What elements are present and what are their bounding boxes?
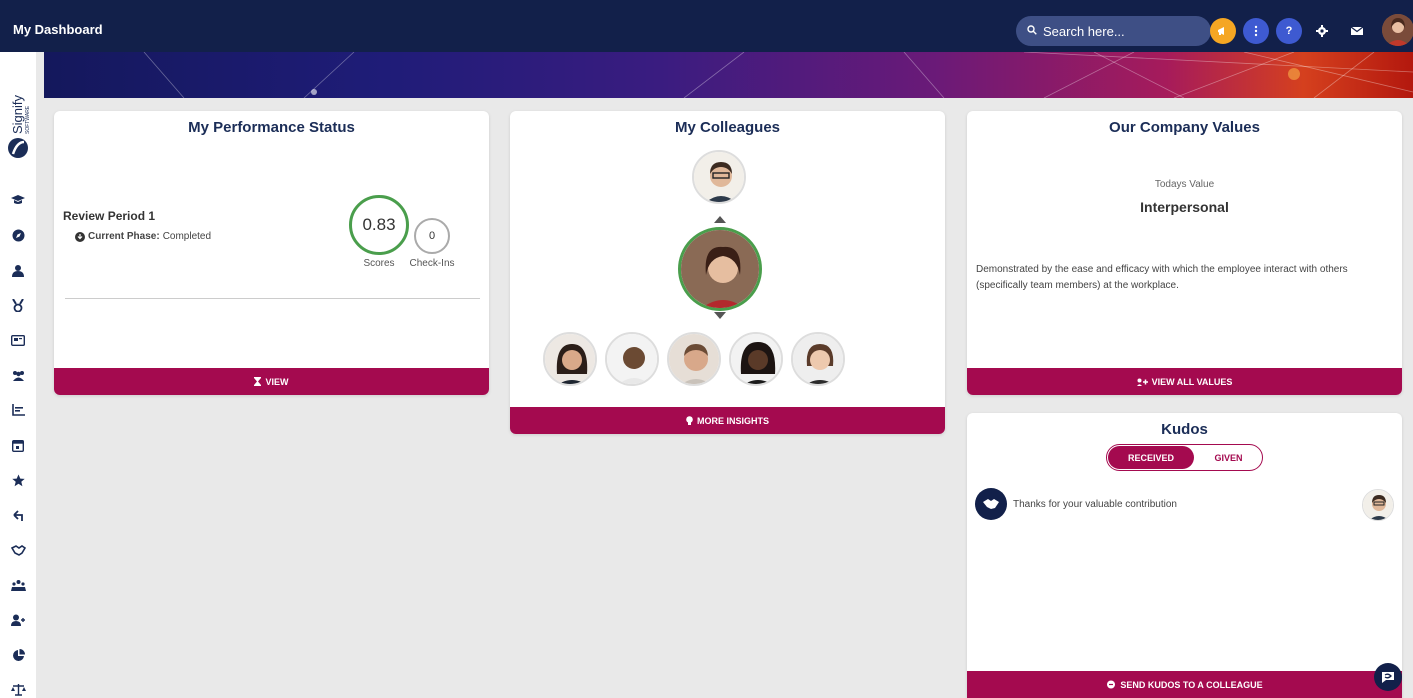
help-icon: ? bbox=[1285, 25, 1293, 37]
checkins-value: 0 bbox=[428, 230, 436, 242]
review-period: Review Period 1 bbox=[63, 209, 156, 223]
person-photo-icon bbox=[694, 152, 744, 202]
person-photo-icon bbox=[1363, 490, 1393, 520]
tab-received[interactable]: RECEIVED bbox=[1108, 446, 1194, 469]
arrow-up-icon[interactable] bbox=[714, 216, 726, 223]
person-photo-icon bbox=[793, 334, 843, 384]
kudos-tab-group: RECEIVED GIVEN bbox=[1106, 444, 1263, 471]
colleague-avatar-4[interactable] bbox=[729, 332, 783, 386]
send-kudos-button[interactable]: SEND KUDOS TO A COLLEAGUE bbox=[967, 671, 1402, 698]
checkins-label: Check-Ins bbox=[409, 258, 455, 269]
balance-scale-icon[interactable] bbox=[9, 681, 27, 698]
kudos-message: Thanks for your valuable contribution bbox=[1013, 499, 1177, 510]
brand-name: Signify bbox=[10, 94, 25, 134]
colleague-avatar-2[interactable] bbox=[605, 332, 659, 386]
score-label: Scores bbox=[363, 258, 395, 269]
divider bbox=[65, 298, 480, 299]
view-button[interactable]: VIEW bbox=[54, 368, 489, 395]
header-banner bbox=[44, 52, 1413, 98]
performance-title: My Performance Status bbox=[188, 119, 355, 136]
colleague-avatar-5[interactable] bbox=[791, 332, 845, 386]
chat-icon bbox=[1382, 672, 1394, 683]
lightbulb-icon bbox=[686, 415, 693, 425]
search-box[interactable] bbox=[1016, 16, 1211, 46]
user-photo-icon bbox=[1382, 14, 1413, 46]
search-icon bbox=[1027, 25, 1037, 35]
tab-given[interactable]: GIVEN bbox=[1195, 446, 1262, 469]
person-photo-icon bbox=[545, 334, 595, 384]
messages-button[interactable] bbox=[1348, 22, 1366, 40]
settings-button[interactable] bbox=[1313, 22, 1331, 40]
values-title: Our Company Values bbox=[1109, 119, 1260, 136]
performance-card: My Performance Status Review Period 1 Cu… bbox=[54, 111, 489, 395]
send-kudos-label: SEND KUDOS TO A COLLEAGUE bbox=[1120, 679, 1263, 690]
person-photo-icon bbox=[607, 334, 657, 384]
more-icon bbox=[1254, 25, 1258, 37]
person-photo-icon bbox=[731, 334, 781, 384]
values-icon bbox=[1136, 378, 1148, 386]
view-all-values-label: VIEW ALL VALUES bbox=[1151, 376, 1233, 387]
values-card: Our Company Values Todays Value Interper… bbox=[967, 111, 1402, 395]
value-description: Demonstrated by the ease and efficacy wi… bbox=[976, 264, 1348, 291]
brand-sub: SOFTWARE bbox=[25, 105, 31, 134]
compass-icon[interactable] bbox=[9, 226, 27, 244]
mail-icon bbox=[1351, 26, 1363, 35]
colleague-avatar-1[interactable] bbox=[543, 332, 597, 386]
person-photo-icon bbox=[681, 230, 759, 308]
chat-button[interactable] bbox=[1374, 663, 1402, 691]
hourglass-icon bbox=[254, 377, 262, 386]
score-value: 0.83 bbox=[362, 215, 396, 234]
bar-chart-icon[interactable] bbox=[9, 401, 27, 419]
calendar-icon[interactable] bbox=[9, 436, 27, 454]
help-button[interactable]: ? bbox=[1276, 18, 1302, 44]
colleagues-title: My Colleagues bbox=[674, 119, 781, 136]
learning-icon[interactable] bbox=[9, 191, 27, 209]
view-all-values-button[interactable]: VIEW ALL VALUES bbox=[967, 368, 1402, 395]
crowd-icon[interactable] bbox=[9, 576, 27, 594]
score-ring[interactable]: 0.83 bbox=[349, 195, 409, 255]
view-button-label: VIEW bbox=[265, 376, 289, 387]
arrow-down-icon[interactable] bbox=[714, 312, 726, 319]
top-bar: My Dashboard ? bbox=[0, 0, 1413, 52]
more-insights-button[interactable]: MORE INSIGHTS bbox=[510, 407, 945, 434]
manager-avatar[interactable] bbox=[692, 150, 746, 204]
announcements-button[interactable] bbox=[1210, 18, 1236, 44]
app-title: My Dashboard bbox=[13, 22, 103, 37]
kudos-card: Kudos RECEIVED GIVEN Thanks for your val… bbox=[967, 413, 1402, 698]
kudos-title: Kudos bbox=[1161, 421, 1208, 438]
star-icon[interactable] bbox=[9, 471, 27, 489]
megaphone-icon bbox=[1218, 27, 1224, 35]
more-options-button[interactable] bbox=[1243, 18, 1269, 44]
goals-icon[interactable] bbox=[9, 506, 27, 524]
handshake-icon[interactable] bbox=[9, 541, 27, 559]
todays-value-label: Todays Value bbox=[1154, 179, 1215, 190]
todays-value-name: Interpersonal bbox=[1140, 199, 1229, 215]
current-phase: Current Phase: Completed bbox=[75, 231, 211, 242]
phase-value: Completed bbox=[162, 231, 212, 242]
profile-icon[interactable] bbox=[9, 261, 27, 279]
phase-status-icon bbox=[75, 231, 85, 242]
user-avatar[interactable] bbox=[1382, 14, 1413, 46]
current-user-avatar[interactable] bbox=[678, 227, 762, 311]
medal-icon[interactable] bbox=[9, 296, 27, 314]
handshake-icon bbox=[983, 499, 999, 509]
network-pattern-image bbox=[143, 52, 1413, 98]
pie-chart-icon[interactable] bbox=[9, 646, 27, 664]
gear-icon bbox=[1316, 25, 1328, 37]
search-input[interactable] bbox=[1043, 22, 1203, 40]
id-card-icon[interactable] bbox=[9, 331, 27, 349]
phase-label: Current Phase: bbox=[88, 231, 160, 242]
kudos-badge bbox=[975, 488, 1007, 520]
colleague-avatar-3[interactable] bbox=[667, 332, 721, 386]
colleagues-card: My Colleagues MORE INSIGHTS bbox=[510, 111, 945, 434]
person-photo-icon bbox=[669, 334, 719, 384]
more-insights-label: MORE INSIGHTS bbox=[696, 415, 769, 426]
sidebar: Signify SOFTWARE bbox=[0, 52, 36, 698]
kudos-sender-avatar[interactable] bbox=[1362, 489, 1394, 521]
checkins-ring[interactable]: 0 bbox=[414, 218, 450, 254]
kudos-send-icon bbox=[1107, 680, 1116, 689]
add-user-icon[interactable] bbox=[9, 611, 27, 629]
team-icon[interactable] bbox=[9, 366, 27, 384]
